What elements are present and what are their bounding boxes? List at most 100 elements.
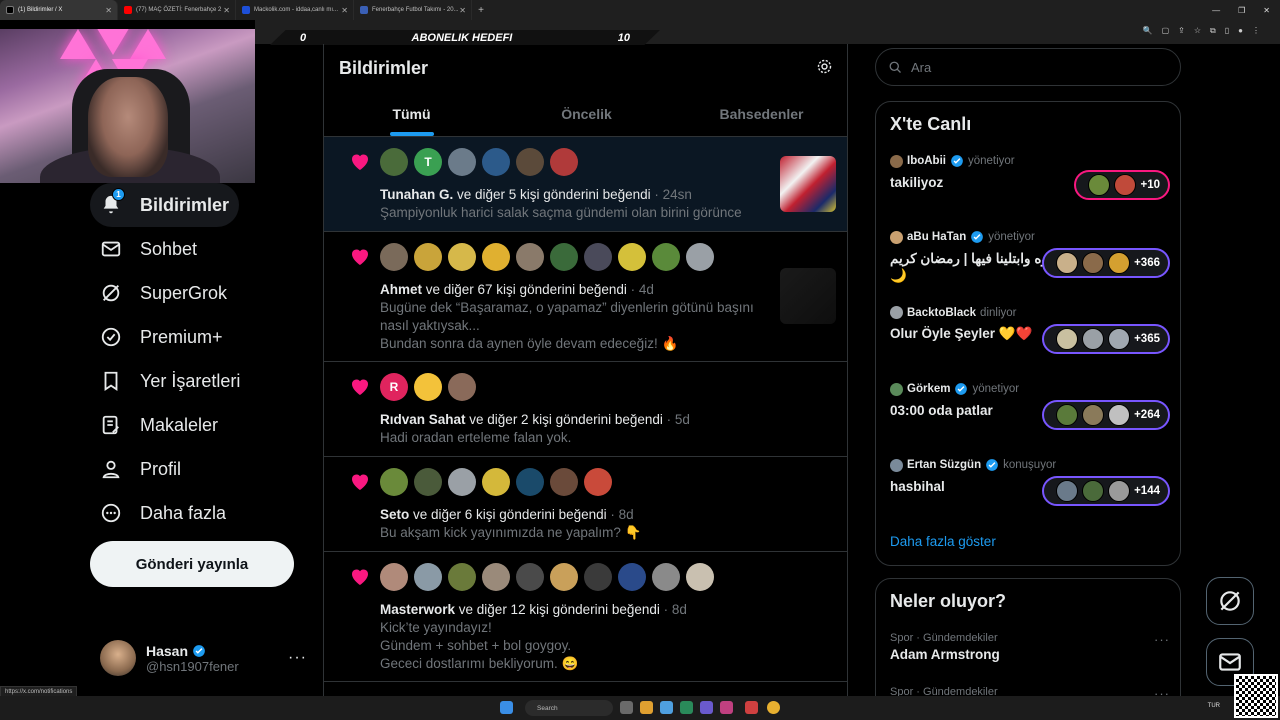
menu-icon[interactable]: ⋮ <box>1252 26 1260 36</box>
sidebar-icon[interactable]: ▯ <box>1225 26 1229 36</box>
listeners-pill[interactable]: +10 <box>1074 170 1170 200</box>
avatar[interactable] <box>448 148 476 176</box>
live-space-item[interactable]: BacktoBlack dinliyor Olur Öyle Şeyler 💛❤️ +… <box>890 306 1170 368</box>
browser-tab[interactable]: (1) Bildirimler / X ✕ <box>0 0 118 20</box>
listeners-pill[interactable]: +365 <box>1042 324 1170 354</box>
host-name[interactable]: Ertan Süzgün <box>907 459 981 471</box>
avatar[interactable] <box>686 243 714 271</box>
star-icon[interactable]: ☆ <box>1194 26 1201 36</box>
live-space-item[interactable]: Ertan Süzgün konuşuyor hasbihal +144 <box>890 458 1170 520</box>
browser-tab[interactable]: (77) MAÇ ÖZETİ: Fenerbahçe 2 ✕ <box>118 0 236 20</box>
avatar[interactable] <box>550 243 578 271</box>
host-name[interactable]: IboAbii <box>907 155 946 167</box>
cast-icon[interactable]: ▢ <box>1162 26 1170 36</box>
avatar[interactable] <box>550 563 578 591</box>
close-tab-icon[interactable]: ✕ <box>223 6 230 15</box>
search-input[interactable]: Ara <box>875 48 1181 86</box>
avatar[interactable] <box>380 468 408 496</box>
grok-fab-button[interactable] <box>1206 577 1254 625</box>
actor-name[interactable]: Tunahan G. <box>380 187 453 202</box>
avatar[interactable] <box>618 563 646 591</box>
avatar[interactable] <box>516 243 544 271</box>
listeners-pill[interactable]: +264 <box>1042 400 1170 430</box>
zoom-icon[interactable]: 🔍 <box>1143 26 1153 36</box>
avatar[interactable] <box>516 563 544 591</box>
listeners-pill[interactable]: +144 <box>1042 476 1170 506</box>
avatar[interactable] <box>414 373 442 401</box>
avatar[interactable] <box>550 148 578 176</box>
avatar[interactable] <box>414 243 442 271</box>
nav-bookmarks[interactable]: Yer İşaretleri <box>90 359 250 403</box>
avatar[interactable] <box>686 563 714 591</box>
host-name[interactable]: Görkem <box>907 383 950 395</box>
avatar[interactable] <box>414 468 442 496</box>
notification-item[interactable]: Ahmet ve diğer 67 kişi gönderini beğendi… <box>324 232 847 362</box>
more-icon[interactable]: ··· <box>288 649 307 667</box>
chrome-icon[interactable] <box>767 701 780 714</box>
maximize-icon[interactable]: ❐ <box>1238 6 1245 15</box>
language-indicator[interactable]: TUR <box>1208 703 1220 709</box>
nav-articles[interactable]: Makaleler <box>90 403 228 447</box>
app-icon[interactable] <box>720 701 733 714</box>
avatar[interactable] <box>414 563 442 591</box>
windows-start-icon[interactable] <box>500 701 513 714</box>
avatar[interactable] <box>482 243 510 271</box>
actor-name[interactable]: Ahmet <box>380 282 422 297</box>
show-more-link[interactable]: Daha fazla göster <box>890 534 996 549</box>
close-window-icon[interactable]: ✕ <box>1263 6 1270 15</box>
tab-mentions[interactable]: Bahsedenler <box>674 92 847 136</box>
avatar[interactable] <box>482 468 510 496</box>
actor-name[interactable]: Seto <box>380 507 409 522</box>
close-tab-icon[interactable]: ✕ <box>341 6 348 15</box>
app-icon[interactable] <box>700 701 713 714</box>
close-tab-icon[interactable]: ✕ <box>105 6 112 15</box>
actor-name[interactable]: Rıdvan Sahat <box>380 412 466 427</box>
profile-icon[interactable]: ● <box>1238 26 1243 36</box>
host-name[interactable]: BacktoBlack <box>907 307 976 319</box>
avatar[interactable] <box>448 468 476 496</box>
share-icon[interactable]: ⇪ <box>1178 26 1185 36</box>
store-icon[interactable] <box>660 701 673 714</box>
live-space-item[interactable]: aBu HaTan yönetiyor بلوه وابتلينا فيها | ر… <box>890 230 1170 292</box>
avatar[interactable] <box>652 243 680 271</box>
nav-profile[interactable]: Profil <box>90 447 191 491</box>
nav-more[interactable]: Daha fazla <box>90 491 236 535</box>
tab-all[interactable]: Tümü <box>324 92 499 136</box>
post-thumbnail[interactable] <box>780 156 836 212</box>
avatar[interactable] <box>380 243 408 271</box>
avatar[interactable] <box>652 563 680 591</box>
avatar[interactable] <box>584 563 612 591</box>
new-tab-button[interactable]: + <box>472 5 490 16</box>
notification-item[interactable]: R Rıdvan Sahat ve diğer 2 kişi gönderini … <box>324 362 847 457</box>
avatar[interactable] <box>618 243 646 271</box>
edge-icon[interactable] <box>680 701 693 714</box>
avatar[interactable]: T <box>414 148 442 176</box>
avatar[interactable]: R <box>380 373 408 401</box>
more-icon[interactable]: ··· <box>1154 632 1170 647</box>
notification-item[interactable]: Masterwork ve diğer 12 kişi gönderini be… <box>324 552 847 682</box>
avatar[interactable] <box>482 563 510 591</box>
nav-premium[interactable]: Premium+ <box>90 315 233 359</box>
avatar[interactable] <box>380 148 408 176</box>
actor-name[interactable]: Masterwork <box>380 602 455 617</box>
avatar[interactable] <box>482 148 510 176</box>
notification-item[interactable]: Seto ve diğer 6 kişi gönderini beğendi ·… <box>324 457 847 552</box>
listeners-pill[interactable]: +366 <box>1042 248 1170 278</box>
avatar[interactable] <box>448 373 476 401</box>
tab-priority[interactable]: Öncelik <box>499 92 674 136</box>
avatar[interactable] <box>448 563 476 591</box>
minimize-icon[interactable]: — <box>1212 6 1220 15</box>
avatar[interactable] <box>516 468 544 496</box>
nav-notifications[interactable]: 1 Bildirimler <box>90 183 240 227</box>
avatar[interactable] <box>380 563 408 591</box>
extensions-icon[interactable]: ⧉ <box>1210 26 1216 36</box>
post-button[interactable]: Gönderi yayınla <box>90 541 294 587</box>
avatar[interactable] <box>550 468 578 496</box>
avatar[interactable] <box>448 243 476 271</box>
task-view-icon[interactable] <box>620 701 633 714</box>
nav-chat[interactable]: Sohbet <box>90 227 207 271</box>
host-name[interactable]: aBu HaTan <box>907 231 966 243</box>
close-tab-icon[interactable]: ✕ <box>459 6 466 15</box>
account-switcher[interactable]: Hasan @hsn1907fener ··· <box>90 633 315 683</box>
live-space-item[interactable]: IboAbii yönetiyor takiliyoz +10 <box>890 154 1170 216</box>
